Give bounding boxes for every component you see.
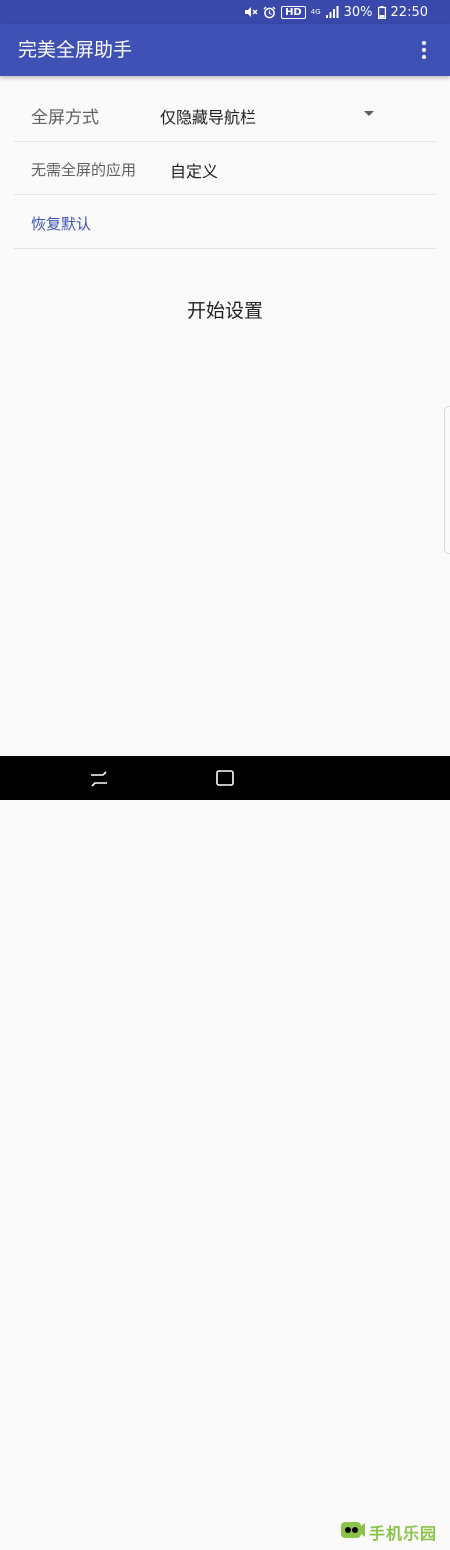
excluded-apps-value[interactable]: 自定义 [170,158,218,182]
alarm-icon [263,6,276,19]
network-type-label: 4G [310,7,321,16]
watermark: 手机乐园 [340,1514,446,1550]
hd-badge: HD [281,5,306,19]
recent-apps-icon[interactable] [89,769,109,789]
battery-icon [377,5,386,19]
excluded-apps-label: 无需全屏的应用 [31,161,137,179]
excluded-apps-row: 无需全屏的应用 自定义 [14,142,436,195]
fullscreen-mode-label: 全屏方式 [31,108,99,128]
fullscreen-mode-value: 仅隐藏导航栏 [160,108,257,127]
edge-panel-handle[interactable] [444,406,450,554]
home-icon[interactable] [215,768,235,788]
reset-defaults-button[interactable]: 恢复默认 [31,213,91,234]
app-title: 完美全屏助手 [18,39,133,61]
fullscreen-mode-row: 全屏方式 仅隐藏导航栏 [14,76,436,142]
reset-row: 恢复默认 [14,195,436,249]
signal-icon [325,6,339,18]
watermark-text: 手机乐园 [369,1524,438,1543]
app-bar: 完美全屏助手 [0,24,450,76]
start-setup-button[interactable]: 开始设置 [145,288,305,330]
clock-time: 22:50 [390,4,428,20]
mute-icon [244,6,258,18]
more-vert-icon[interactable] [412,38,436,62]
logo-icon [340,1518,366,1546]
status-bar: HD 4G 30% 22:50 [0,0,450,24]
fullscreen-mode-dropdown[interactable]: 仅隐藏导航栏 [159,94,374,134]
dropdown-arrow-icon [364,111,374,116]
battery-percent: 30% [343,4,373,20]
navigation-bar: 手机乐园 [0,756,450,1543]
